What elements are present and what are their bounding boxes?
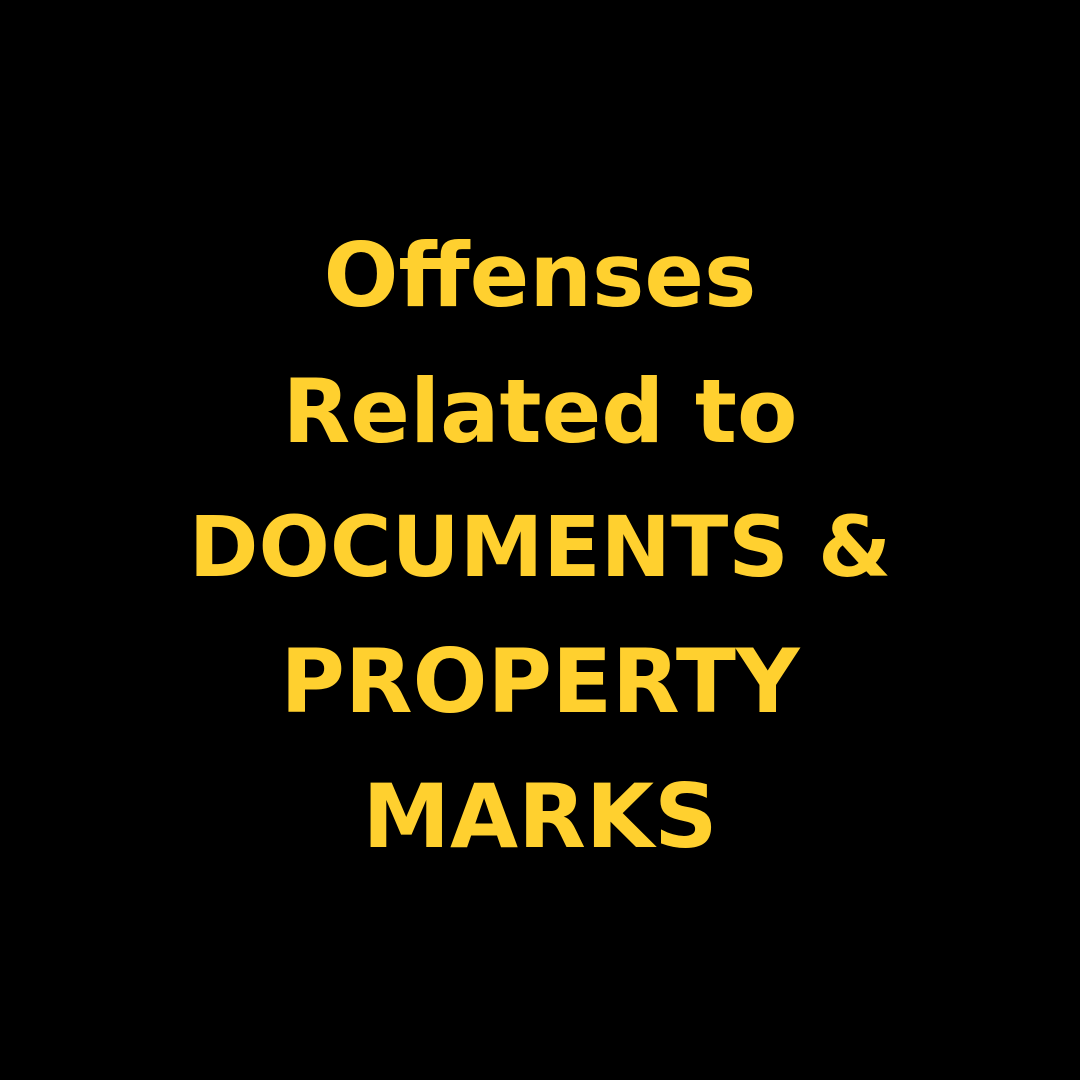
title-line-5: MARKS — [362, 765, 718, 868]
graphic-canvas: Offenses Related to DOCUMENTS & PROPERTY… — [0, 0, 1080, 1080]
title-line-3: DOCUMENTS & — [188, 498, 892, 596]
title-line-4: PROPERTY — [280, 630, 800, 733]
title-block: Offenses Related to DOCUMENTS & PROPERTY… — [0, 0, 1080, 1080]
title-line-2: Related to — [282, 360, 798, 463]
title-line-1: Offenses — [323, 224, 757, 327]
